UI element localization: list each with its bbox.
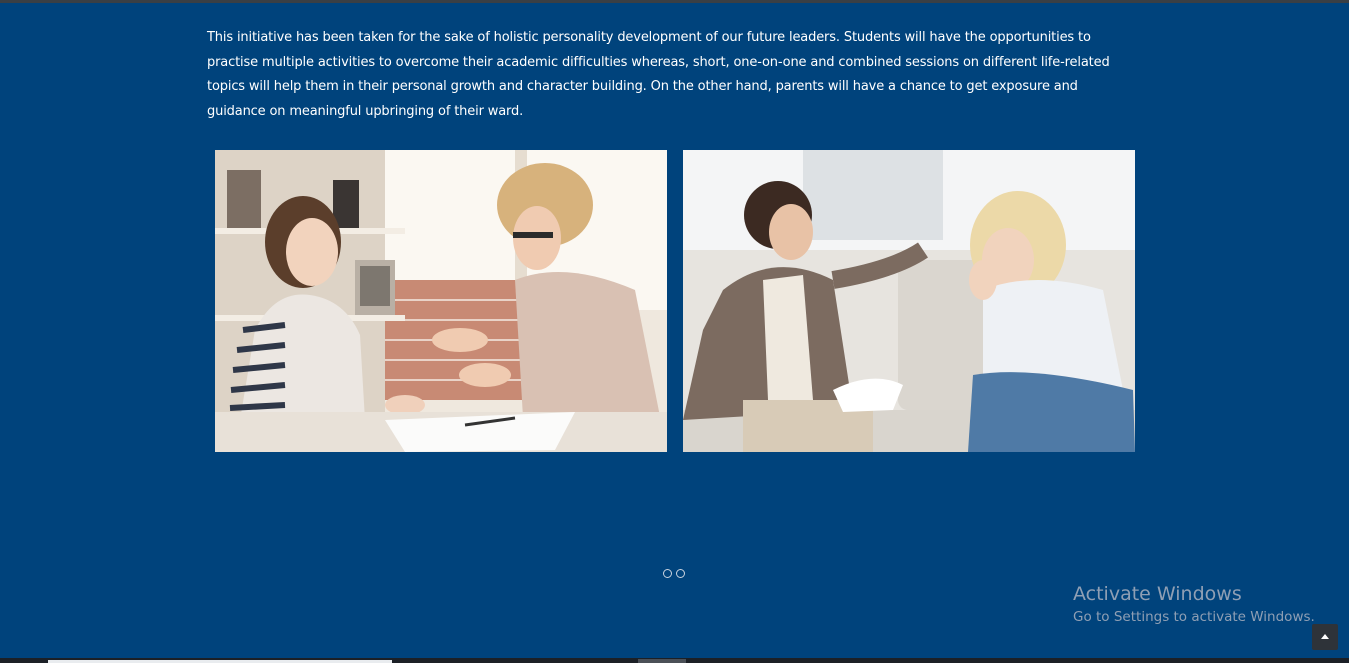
taskbar-segment [638,659,686,663]
watermark-title: Activate Windows [1073,583,1242,605]
photo-therapist-with-client [683,150,1135,452]
photo-counselor-with-student [215,150,667,452]
watermark-subtitle: Go to Settings to activate Windows. [1073,609,1315,625]
carousel-dot-1[interactable] [663,569,672,578]
top-border [0,0,1349,3]
chevron-up-icon [1321,634,1329,639]
carousel-dot-2[interactable] [676,569,685,578]
intro-paragraph: This initiative has been taken for the s… [207,30,1110,119]
activate-windows-watermark: Activate Windows Go to Settings to activ… [1073,582,1315,628]
photo-gallery [215,150,1135,452]
carousel-pagination [663,569,685,578]
scroll-to-top-button[interactable] [1312,624,1338,650]
